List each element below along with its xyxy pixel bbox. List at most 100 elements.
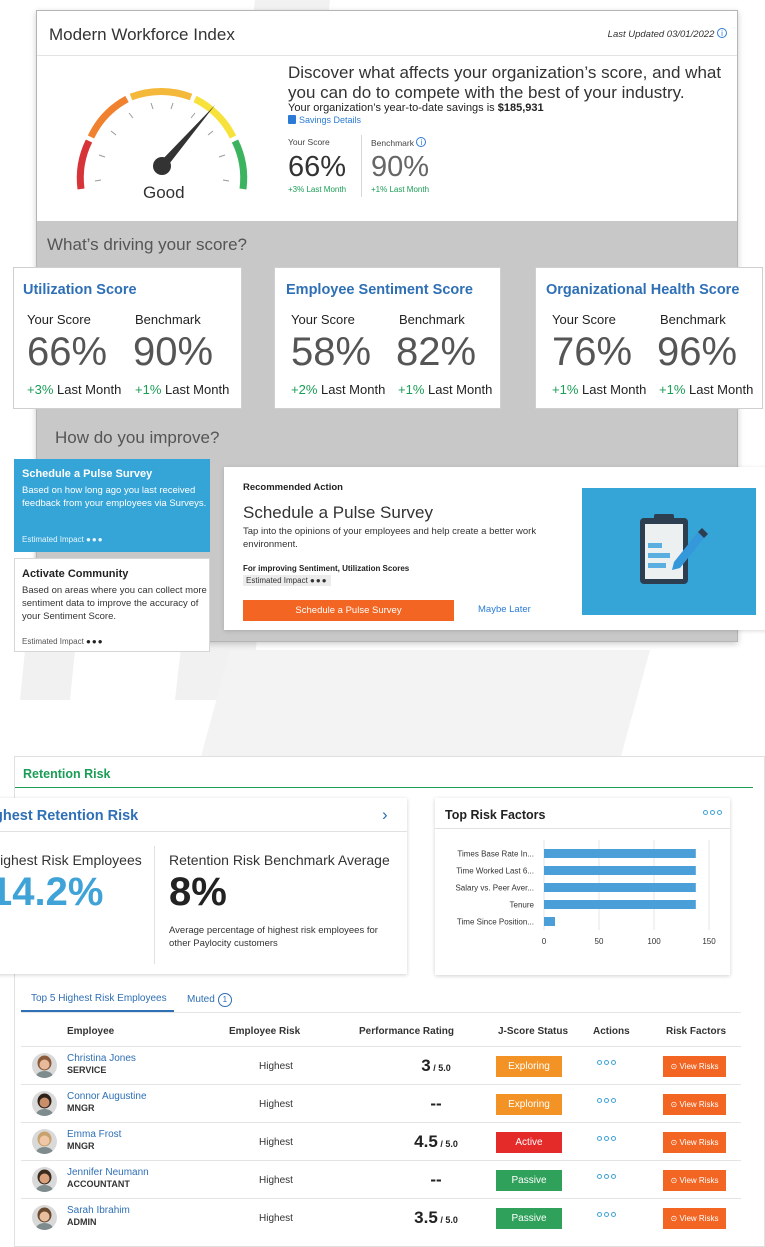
employee-risk: Highest bbox=[259, 1061, 293, 1072]
more-actions-icon[interactable] bbox=[597, 1098, 616, 1103]
bar[interactable] bbox=[544, 866, 696, 875]
column-header-performance[interactable]: Performance Rating bbox=[359, 1026, 454, 1037]
recommendation-desc: Based on areas where you can collect mor… bbox=[22, 585, 207, 622]
more-actions-icon[interactable] bbox=[597, 1136, 616, 1141]
column-header-employee-risk[interactable]: Employee Risk bbox=[229, 1026, 300, 1037]
divider bbox=[21, 1012, 741, 1013]
table-row[interactable]: Christina Jones SERVICE Highest 3 / 5.0 Expl… bbox=[21, 1046, 741, 1084]
view-risks-button[interactable]: ⊙ View Risks bbox=[663, 1170, 726, 1191]
your-score-value: 66% bbox=[288, 151, 347, 183]
your-score-change: +2% Last Month bbox=[291, 382, 385, 397]
jscore-status-badge: Exploring bbox=[496, 1094, 562, 1115]
savings-value: $185,931 bbox=[497, 102, 544, 114]
column-header-actions: Actions bbox=[593, 1026, 630, 1037]
tick-label: 0 bbox=[542, 937, 547, 946]
employee-name-link[interactable]: Christina Jones bbox=[67, 1053, 136, 1064]
info-icon[interactable]: i bbox=[416, 137, 427, 147]
benchmark-label: Benchmark bbox=[399, 312, 465, 327]
employee-name-link[interactable]: Connor Augustine bbox=[67, 1091, 147, 1102]
employee-role: MNGR bbox=[67, 1103, 95, 1113]
tab-muted[interactable]: Muted 1 bbox=[187, 993, 232, 1007]
avatar[interactable] bbox=[32, 1129, 57, 1154]
recommendation-item-community[interactable]: Activate Community Based on areas where … bbox=[14, 558, 210, 652]
recommended-action-desc: Tap into the opinions of your employees … bbox=[243, 526, 537, 550]
benchmark-label: Benchmark i bbox=[371, 137, 427, 148]
savings-text: Your organization’s year-to-date savings… bbox=[288, 102, 495, 114]
table-row[interactable]: Emma Frost MNGR Highest 4.5 / 5.0 Active ⊙ Vi… bbox=[21, 1122, 741, 1160]
view-risks-button[interactable]: ⊙ View Risks bbox=[663, 1056, 726, 1077]
info-icon[interactable]: i bbox=[717, 28, 727, 38]
change-text: Last Month bbox=[578, 382, 647, 397]
last-updated: Last Updated 03/01/2022 i bbox=[608, 28, 727, 40]
tick-label: 100 bbox=[647, 937, 661, 946]
table-row[interactable]: Sarah Ibrahim ADMIN Highest 3.5 / 5.0 Passiv… bbox=[21, 1198, 741, 1236]
employee-risk: Highest bbox=[259, 1137, 293, 1148]
muted-count-badge: 1 bbox=[217, 993, 232, 1007]
performance-rating: -- bbox=[386, 1170, 486, 1190]
column-header-employee[interactable]: Employee bbox=[67, 1026, 114, 1037]
recommended-action-title: Schedule a Pulse Survey bbox=[243, 503, 433, 522]
view-risks-button[interactable]: ⊙ View Risks bbox=[663, 1132, 726, 1153]
employee-risk: Highest bbox=[259, 1175, 293, 1186]
recommendation-desc: Based on how long ago you last received … bbox=[22, 485, 207, 509]
employee-risk: Highest bbox=[259, 1213, 293, 1224]
score-card-sentiment[interactable]: Employee Sentiment Score Your Score Benc… bbox=[274, 267, 501, 409]
avatar[interactable] bbox=[32, 1053, 57, 1078]
employee-name-link[interactable]: Emma Frost bbox=[67, 1129, 121, 1140]
bar[interactable] bbox=[544, 917, 555, 926]
bar[interactable] bbox=[544, 900, 696, 909]
your-score-label: Your Score bbox=[288, 137, 330, 147]
bar[interactable] bbox=[544, 849, 696, 858]
divider bbox=[15, 787, 753, 788]
more-actions-icon[interactable] bbox=[597, 1060, 616, 1065]
your-score-label: Your Score bbox=[291, 312, 355, 327]
more-actions-icon[interactable] bbox=[597, 1212, 616, 1217]
recommended-action-card: Recommended Action Schedule a Pulse Surv… bbox=[224, 467, 765, 630]
tab-top5-highest-risk[interactable]: Top 5 Highest Risk Employees bbox=[31, 993, 167, 1004]
maybe-later-link[interactable]: Maybe Later bbox=[478, 604, 531, 615]
column-header-jscore[interactable]: J-Score Status bbox=[498, 1026, 568, 1037]
schedule-pulse-survey-button[interactable]: Schedule a Pulse Survey bbox=[243, 600, 454, 621]
view-risks-button[interactable]: ⊙ View Risks bbox=[663, 1208, 726, 1229]
performance-rating: 4.5 / 5.0 bbox=[386, 1132, 486, 1152]
estimated-impact: Estimated Impact ●●● bbox=[22, 637, 104, 646]
your-score-value: 76% bbox=[552, 330, 633, 374]
benchmark-change: +1% Last Month bbox=[398, 382, 492, 397]
table-row[interactable]: Jennifer Neumann ACCOUNTANT Highest -- Passi… bbox=[21, 1160, 741, 1198]
score-card-utilization[interactable]: Utilization Score Your Score Benchmark 6… bbox=[13, 267, 242, 409]
more-actions-icon[interactable] bbox=[597, 1174, 616, 1179]
divider bbox=[37, 55, 737, 56]
your-score-change: +1% Last Month bbox=[552, 382, 646, 397]
avatar[interactable] bbox=[32, 1167, 57, 1192]
your-score-value: 58% bbox=[291, 330, 372, 374]
page-title: Modern Workforce Index bbox=[49, 25, 235, 44]
employee-name-link[interactable]: Sarah Ibrahim bbox=[67, 1205, 130, 1216]
your-score-change: +3% Last Month bbox=[27, 382, 121, 397]
bar[interactable] bbox=[544, 883, 696, 892]
workforce-index-header: Modern Workforce Index Last Updated 03/0… bbox=[37, 11, 737, 221]
more-options-icon[interactable] bbox=[703, 810, 722, 815]
recommendation-title: Activate Community bbox=[22, 568, 129, 580]
rating-value: -- bbox=[430, 1094, 442, 1113]
chevron-right-icon[interactable]: › bbox=[382, 805, 388, 825]
your-score-value: 66% bbox=[27, 330, 108, 374]
employee-name-link[interactable]: Jennifer Neumann bbox=[67, 1167, 149, 1178]
table-row[interactable]: Connor Augustine MNGR Highest -- Exploring ⊙ … bbox=[21, 1084, 741, 1122]
change-text: Last Month bbox=[317, 382, 386, 397]
category-label: Times Base Rate In... bbox=[457, 850, 534, 859]
avatar[interactable] bbox=[32, 1091, 57, 1116]
gauge-label: Good bbox=[143, 183, 185, 202]
section-title-driving: What’s driving your score? bbox=[47, 235, 247, 254]
score-card-title: Organizational Health Score bbox=[546, 282, 740, 298]
performance-rating: 3 / 5.0 bbox=[386, 1056, 486, 1076]
top-risk-factors-title: Top Risk Factors bbox=[445, 808, 546, 822]
rating-scale: / 5.0 bbox=[437, 1215, 458, 1225]
change-pct: +1% bbox=[552, 382, 579, 397]
impact-label: Estimated Impact bbox=[246, 576, 308, 585]
view-risks-button[interactable]: ⊙ View Risks bbox=[663, 1094, 726, 1115]
score-card-org-health[interactable]: Organizational Health Score Your Score B… bbox=[535, 267, 763, 409]
avatar[interactable] bbox=[32, 1205, 57, 1230]
rating-value: 3 bbox=[421, 1056, 431, 1075]
savings-details-link[interactable]: Savings Details bbox=[288, 115, 361, 125]
recommendation-item-pulse-survey[interactable]: Schedule a Pulse Survey Based on how lon… bbox=[14, 459, 210, 552]
